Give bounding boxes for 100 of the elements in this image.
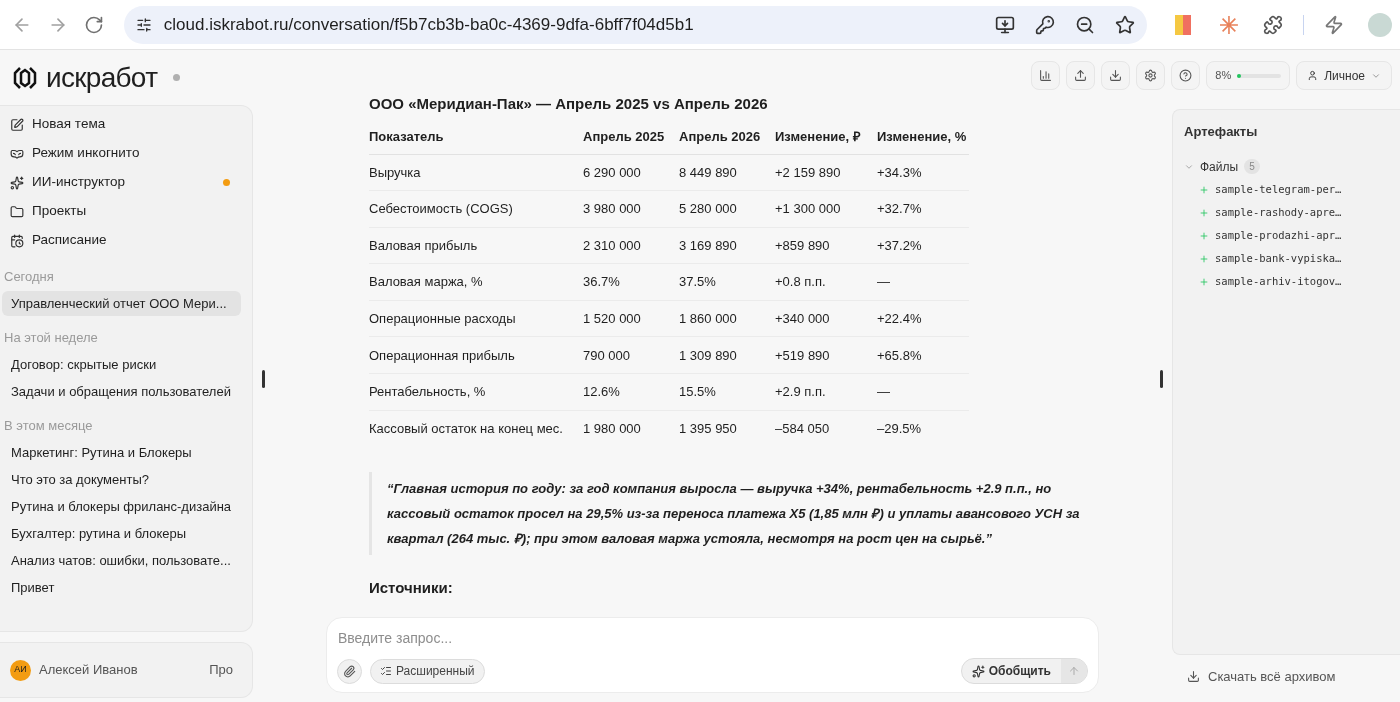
file-item[interactable]: sample-arhiv-itogov…: [1199, 272, 1389, 291]
new-icon: [10, 117, 24, 132]
nav-item[interactable]: Расписание: [0, 226, 252, 255]
download-archive-link[interactable]: Скачать всё архивом: [1187, 667, 1400, 687]
file-name: sample-arhiv-itogov…: [1215, 273, 1342, 289]
table-cell: +22.4%: [877, 300, 969, 337]
file-item[interactable]: sample-prodazhi-apr…: [1199, 226, 1389, 245]
user-name: Алексей Иванов: [39, 661, 139, 680]
table-cell: 2 310 000: [583, 227, 679, 264]
attach-button[interactable]: [337, 658, 362, 684]
table-cell: 3 169 890: [679, 227, 775, 264]
lightning-icon[interactable]: [1324, 14, 1345, 35]
chat-item[interactable]: Анализ чатов: ошибки, пользовате...: [2, 548, 241, 573]
nav-item[interactable]: Режим инкогнито: [0, 139, 252, 168]
table-cell: Кассовый остаток на конец мес.: [369, 410, 583, 447]
mode-button[interactable]: Расширенный: [370, 658, 485, 684]
url-text: cloud.iskrabot.ru/conversation/f5b7cb3b-ba0c-4369-9dfa-6bff7f04d5b1: [163, 13, 695, 36]
upload-button[interactable]: [1066, 61, 1096, 90]
address-bar[interactable]: cloud.iskrabot.ru/conversation/f5b7cb3b-ba0c-4369-9dfa-6bff7f04d5b1: [123, 5, 1148, 44]
column-header: Апрель 2026: [679, 119, 775, 154]
file-name: sample-prodazhi-apr…: [1215, 227, 1342, 243]
user-card[interactable]: АИ Алексей Иванов Про: [0, 642, 253, 698]
user-avatar: АИ: [10, 659, 31, 681]
table-cell: +859 890: [775, 227, 877, 264]
table-cell: Операционные расходы: [369, 300, 583, 337]
table-cell: +340 000: [775, 300, 877, 337]
download-button[interactable]: [1101, 61, 1131, 90]
resize-handle[interactable]: [262, 370, 265, 388]
nav-label: Расписание: [32, 231, 108, 250]
prompt-field[interactable]: Введите запрос... Расширенный Обобщить: [326, 617, 1099, 693]
nav-item[interactable]: Новая тема: [0, 110, 252, 139]
puzzle-icon[interactable]: [1263, 14, 1284, 35]
table-cell: Валовая прибыль: [369, 227, 583, 264]
chat-item[interactable]: Договор: скрытые риски: [2, 352, 241, 377]
table-cell: Выручка: [369, 154, 583, 191]
group-heading: В этом месяце: [3, 417, 94, 436]
plus-icon: [1199, 230, 1209, 241]
file-item[interactable]: sample-telegram-per…: [1199, 180, 1389, 199]
table-cell: +519 890: [775, 336, 877, 374]
plus-icon: [1199, 207, 1209, 218]
settings-icon: [1144, 69, 1158, 82]
chat-item[interactable]: Что это за документы?: [2, 467, 241, 492]
table-cell: –29.5%: [877, 410, 969, 447]
nav-item[interactable]: ИИ-инструктор: [0, 168, 252, 197]
stats-button[interactable]: [1031, 61, 1061, 90]
table-cell: —: [877, 263, 969, 301]
usage-text: 8%: [1215, 68, 1232, 84]
quote-text: “Главная история по году: за год компания выросла — выручка +34%, рентабельность +2.9 п.п., но кассовый остаток просел на 29,5% из-за переноса платежа X5 (1,85 млн ₽) и уплаты авансового УСН за квартал (264 тыс. ₽); при этом валовая маржа устояла, несмотря на рост цен на сырьё.”: [387, 479, 1081, 548]
table-cell: 36.7%: [583, 263, 679, 301]
folder-toggle[interactable]: Файлы: [1184, 157, 1239, 176]
zoom-out-icon[interactable]: [1075, 14, 1096, 35]
chat-item[interactable]: Маркетинг: Рутина и Блокеры: [2, 440, 241, 465]
plus-icon: [1199, 253, 1209, 264]
settings-button[interactable]: [1136, 61, 1166, 90]
burst-extension-icon[interactable]: [1219, 14, 1240, 35]
calendar-icon: [10, 233, 24, 248]
folder-icon: [10, 204, 24, 219]
help-button[interactable]: [1171, 61, 1201, 90]
table-cell: 3 980 000: [583, 190, 679, 228]
chat-item[interactable]: Рутина и блокеры фриланс-дизайна: [2, 494, 241, 519]
file-item[interactable]: sample-bank-vypiska…: [1199, 249, 1389, 268]
nav-label: ИИ-инструктор: [32, 173, 127, 192]
chat-item[interactable]: Бухгалтер: рутина и блокеры: [2, 521, 241, 546]
group-heading: На этой неделе: [3, 329, 99, 348]
star-icon[interactable]: [1115, 14, 1136, 35]
site-settings-icon[interactable]: [135, 16, 152, 33]
key-icon[interactable]: [1035, 14, 1056, 35]
table-cell: 5 280 000: [679, 190, 775, 228]
help-icon: [1179, 69, 1193, 82]
paperclip-icon: [343, 664, 356, 678]
chat-item[interactable]: Задачи и обращения пользователей: [2, 379, 241, 404]
file-item[interactable]: sample-rashody-apre…: [1199, 203, 1389, 222]
group-heading: Сегодня: [3, 268, 55, 287]
logo-text: искработ: [46, 63, 158, 92]
table-cell: 15.5%: [679, 373, 775, 411]
column-header: Апрель 2025: [583, 119, 679, 154]
resize-handle[interactable]: [1160, 370, 1163, 388]
table-cell: 37.5%: [679, 263, 775, 301]
artifacts-title: Артефакты: [1184, 123, 1259, 141]
file-count: 5: [1244, 159, 1260, 174]
column-header: Показатель: [369, 119, 583, 154]
plan-label: Про: [209, 661, 233, 680]
nav-item[interactable]: Проекты: [0, 197, 252, 226]
table-cell: 1 309 890: [679, 336, 775, 374]
table-cell: Операционная прибыль: [369, 336, 583, 374]
table-cell: —: [877, 373, 969, 411]
download-icon: [1187, 670, 1200, 684]
column-header: Изменение, %: [877, 119, 969, 154]
chat-item[interactable]: Привет: [2, 575, 241, 600]
profile-button[interactable]: Личное: [1296, 61, 1392, 90]
install-icon[interactable]: [995, 14, 1016, 35]
column-header: Изменение, ₽: [775, 119, 877, 154]
sparkle-icon: [971, 664, 985, 678]
chat-item[interactable]: Управленческий отчет ООО Мери...: [2, 291, 241, 316]
table-cell: +1 300 000: [775, 190, 877, 228]
nav-label: Проекты: [32, 202, 88, 221]
bookmark-extension-icon[interactable]: [1175, 14, 1192, 35]
table-cell: +65.8%: [877, 336, 969, 374]
nav-label: Новая тема: [32, 115, 107, 134]
reload-icon[interactable]: [83, 14, 104, 35]
